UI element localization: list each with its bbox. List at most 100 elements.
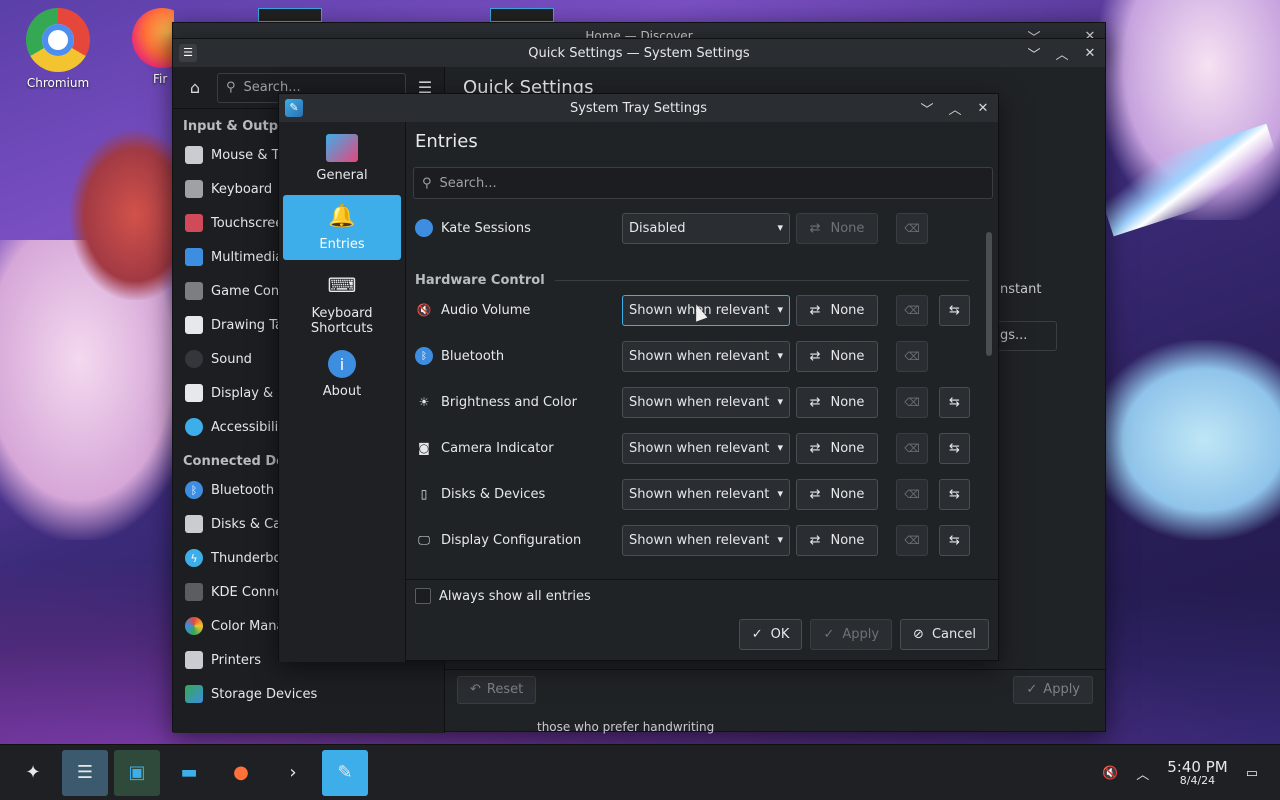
gamepad-icon	[185, 282, 203, 300]
clear-shortcut-button[interactable]: ⌫	[896, 386, 928, 418]
tray-dialog-titlebar[interactable]: ✎ System Tray Settings ﹀ ︿ ✕	[279, 94, 998, 122]
wallpaper-light-beam	[1095, 123, 1280, 237]
shortcut-button[interactable]: ⇄ None	[796, 478, 878, 510]
category-entries[interactable]: 🔔 Entries	[283, 195, 401, 260]
section-header: Hardware Control	[415, 273, 969, 288]
reset-button[interactable]: ↶ Reset	[457, 675, 537, 704]
shortcut-icon: ⇄	[809, 220, 821, 236]
digital-clock[interactable]: 5:40 PM 8/4/24	[1167, 759, 1227, 788]
shortcut-button[interactable]: ⇄ None	[796, 294, 878, 326]
settings-app-icon: ☰	[179, 44, 197, 62]
shortcut-button[interactable]: ⇄ None	[796, 386, 878, 418]
configure-button[interactable]: ⇆	[939, 386, 970, 418]
cancel-icon: ⊘	[913, 627, 924, 642]
apply-button[interactable]: ✓ Apply	[1013, 675, 1093, 704]
keyboard-icon	[185, 180, 203, 198]
speaker-muted-icon: 🔇	[416, 303, 432, 317]
always-show-checkbox[interactable]: Always show all entries	[415, 588, 591, 604]
folder-icon: ▬	[180, 762, 198, 783]
configure-button[interactable]: ⇆	[939, 432, 970, 464]
minimize-icon[interactable]: ﹀	[920, 99, 934, 118]
shortcut-button[interactable]: ⇄ None	[796, 524, 878, 556]
taskbar-dolphin[interactable]: ▬	[166, 750, 212, 796]
configure-icon: ⇆	[949, 394, 960, 410]
maximize-icon[interactable]: ︿	[948, 99, 962, 118]
taskbar-firefox[interactable]: ●	[218, 750, 264, 796]
disks-icon	[185, 515, 203, 533]
peek-text: nstant	[1000, 282, 1042, 297]
tray-settings-icon: ✎	[337, 762, 353, 783]
window-title: Quick Settings — System Settings	[528, 45, 750, 61]
visibility-dropdown[interactable]: Shown when relevant ▾	[622, 294, 790, 326]
shortcut-button[interactable]: ⇄ None	[796, 340, 878, 372]
system-tray-settings-dialog[interactable]: ✎ System Tray Settings ﹀ ︿ ✕ General 🔔 E…	[278, 93, 1000, 662]
taskbar-system-settings[interactable]: ☰	[62, 749, 108, 796]
visibility-dropdown[interactable]: Shown when relevant ▾	[622, 478, 790, 510]
sidebar-item-storage[interactable]: Storage Devices	[173, 677, 444, 711]
list-item: ᛒ Bluetooth Shown when relevant ▾ ⇄ None ⌫	[415, 340, 975, 372]
touchscreen-icon	[185, 214, 203, 232]
checkbox-box[interactable]	[415, 588, 431, 604]
cancel-button[interactable]: ⊘ Cancel	[900, 619, 989, 650]
minimize-icon[interactable]: ﹀	[1027, 44, 1041, 63]
taskbar-discover[interactable]: ▣	[114, 749, 160, 796]
visibility-dropdown[interactable]: Shown when relevant ▾	[622, 340, 790, 372]
settings-titlebar[interactable]: ☰ Quick Settings — System Settings ﹀ ︿ ✕	[173, 39, 1105, 67]
clear-shortcut-button[interactable]: ⌫	[896, 524, 928, 556]
desktop-icon-chromium[interactable]: Chromium	[18, 8, 98, 90]
category-about[interactable]: i About	[283, 344, 401, 407]
chevron-down-icon: ▾	[777, 394, 783, 408]
application-launcher-button[interactable]: ✦	[10, 750, 56, 796]
apply-button[interactable]: ✓ Apply	[810, 619, 893, 650]
entries-scrollbar[interactable]	[984, 208, 994, 578]
configure-button[interactable]: ⇆	[939, 478, 970, 510]
chromium-icon	[26, 8, 90, 72]
show-desktop-icon[interactable]: ▭	[1246, 766, 1258, 781]
launcher-icon: ✦	[25, 762, 41, 783]
mouse-icon	[185, 146, 203, 164]
configure-button[interactable]: ⇆	[939, 294, 970, 326]
speaker-muted-icon[interactable]: 🔇	[1102, 766, 1118, 781]
visibility-dropdown[interactable]: Disabled ▾	[622, 212, 790, 244]
configure-button[interactable]: ⇆	[939, 524, 970, 556]
close-icon[interactable]: ✕	[1083, 46, 1097, 61]
clear-shortcut-button[interactable]: ⌫	[896, 432, 928, 464]
visibility-dropdown[interactable]: Shown when relevant ▾	[622, 432, 790, 464]
category-keyboard-shortcuts[interactable]: ⌨ Keyboard Shortcuts	[283, 264, 401, 344]
shortcut-icon: ⇄	[809, 302, 821, 318]
visibility-dropdown[interactable]: Shown when relevant ▾	[622, 524, 790, 556]
home-button[interactable]: ⌂	[181, 74, 209, 102]
close-icon[interactable]: ✕	[976, 101, 990, 116]
wallpaper-cloud	[1090, 340, 1280, 540]
entries-list: Kate Sessions Disabled ▾ ⇄ None ⌫ Hardware…	[406, 208, 1000, 578]
shortcut-button[interactable]: ⇄ None	[796, 212, 878, 244]
shortcut-button[interactable]: ⇄ None	[796, 432, 878, 464]
taskbar-system-tray-settings[interactable]: ✎	[322, 749, 368, 796]
taskbar-konsole[interactable]: ›	[270, 750, 316, 796]
monitor-icon: 🖵	[418, 532, 430, 547]
category-general[interactable]: General	[283, 128, 401, 191]
taskbar: ✦ ☰ ▣ ▬ ● › ✎ 🔇 ︿ 5:40 PM 8/4/24 ▭	[0, 744, 1280, 800]
scrollbar-thumb[interactable]	[986, 232, 992, 356]
clear-shortcut-button[interactable]: ⌫	[896, 340, 928, 372]
clear-shortcut-button[interactable]: ⌫	[896, 478, 928, 510]
visibility-dropdown[interactable]: Shown when relevant ▾	[622, 386, 790, 418]
clear-shortcut-button[interactable]: ⌫	[896, 294, 928, 326]
desktop-folder-icon[interactable]	[490, 8, 554, 22]
settings-footer: ↶ Reset ✓ Apply	[445, 669, 1105, 709]
chevron-down-icon: ▾	[777, 486, 783, 500]
desktop-folder-icon[interactable]	[258, 8, 322, 22]
color-icon	[185, 617, 203, 635]
window-controls: ﹀ ︿ ✕	[920, 94, 990, 122]
home-icon: ⌂	[189, 78, 201, 97]
storage-icon	[185, 685, 203, 703]
maximize-icon[interactable]: ︿	[1055, 44, 1069, 63]
ok-button[interactable]: ✓ OK	[738, 619, 803, 650]
entries-search-input[interactable]: ⚲ Search...	[413, 167, 993, 199]
clear-shortcut-button[interactable]: ⌫	[896, 212, 928, 244]
clear-icon: ⌫	[904, 395, 920, 409]
chevron-up-icon[interactable]: ︿	[1136, 764, 1149, 783]
list-item: ◙ Camera Indicator Shown when relevant ▾ …	[415, 432, 975, 464]
desktop-icon-firefox[interactable]: Fir	[132, 8, 174, 86]
list-item: 🖵 Display Configuration Shown when relev…	[415, 524, 975, 556]
